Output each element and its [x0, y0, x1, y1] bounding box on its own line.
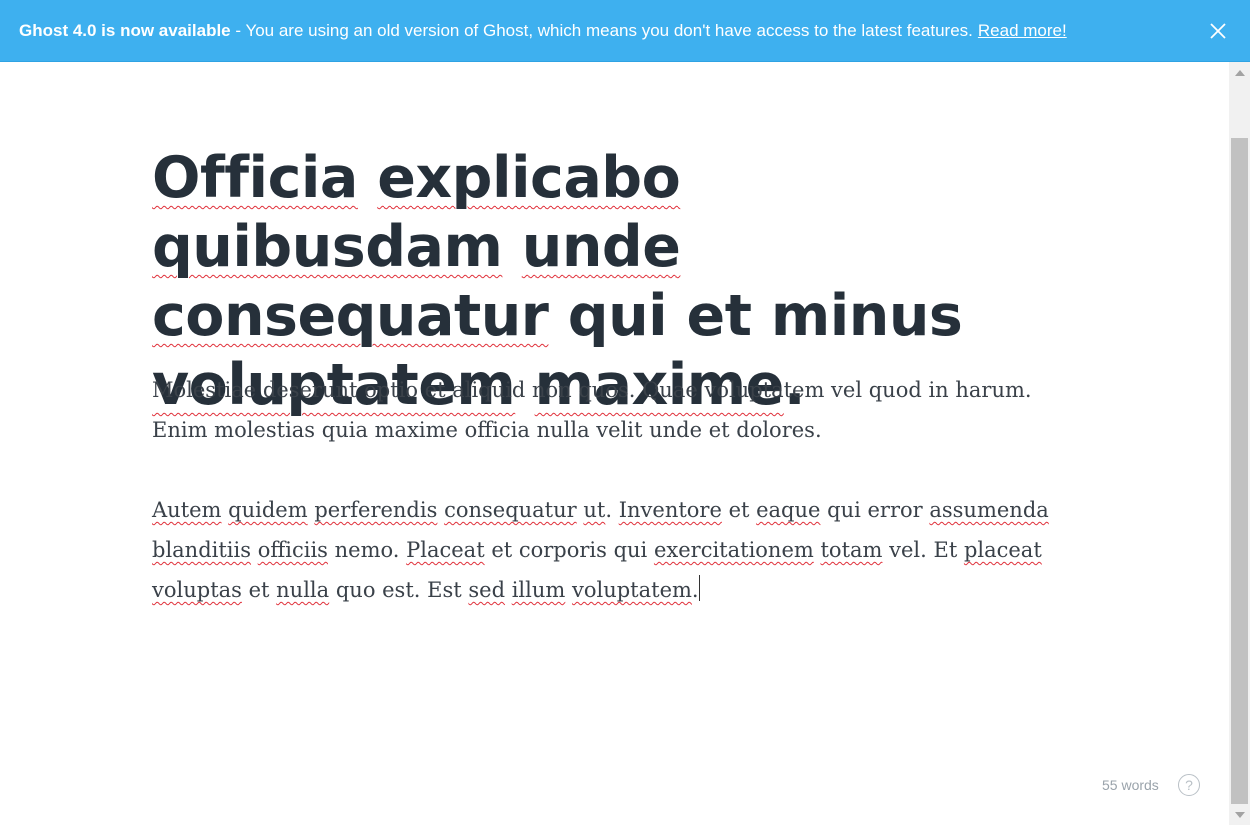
body-text-segment: [565, 578, 572, 602]
body-text-segment: voluptas: [152, 578, 242, 602]
post-editor[interactable]: Officia explicabo quibusdam unde consequ…: [0, 62, 1229, 825]
body-text-segment: ut: [583, 498, 606, 522]
body-text-segment: nemo.: [327, 538, 407, 562]
title-word: Officia: [152, 145, 358, 211]
body-text-segment: et corporis qui: [484, 538, 654, 562]
title-word: qui: [567, 283, 668, 349]
body-text-segment: vel. Et: [882, 538, 964, 562]
body-text-segment: illum: [511, 578, 566, 602]
upgrade-notification-banner: Ghost 4.0 is now available - You are usi…: [0, 0, 1250, 62]
body-text-segment: Placeat: [406, 538, 485, 562]
title-word: minus: [770, 283, 963, 349]
body-paragraph: Molestiae deserunt optio et aliquid non …: [152, 370, 1082, 450]
read-more-link[interactable]: Read more!: [978, 21, 1067, 41]
body-text-segment: qui error: [820, 498, 930, 522]
title-word: quibusdam: [152, 214, 503, 280]
body-text-segment: eaque: [756, 498, 821, 522]
body-text-segment: Inventore: [618, 498, 722, 522]
title-word: explicabo: [377, 145, 681, 211]
body-text-segment: et: [241, 578, 277, 602]
body-text-segment: quidem: [228, 498, 308, 522]
title-word: et: [686, 283, 752, 349]
scroll-down-arrow-icon[interactable]: [1229, 804, 1250, 825]
banner-headline: Ghost 4.0 is now available: [19, 20, 231, 40]
body-text-segment: Autem: [152, 498, 222, 522]
close-icon[interactable]: [1208, 21, 1228, 41]
text-cursor: [698, 575, 700, 601]
scroll-up-arrow-icon[interactable]: [1229, 62, 1250, 83]
help-circle-icon[interactable]: ?: [1178, 774, 1200, 796]
body-paragraph: Autem quidem perferendis consequatur ut.…: [152, 490, 1082, 610]
banner-message: - You are using an old version of Ghost,…: [230, 20, 973, 40]
body-text-segment: voluptatem: [571, 578, 692, 602]
scrollbar-thumb[interactable]: [1231, 138, 1248, 804]
body-text-segment: Molestiae deserunt optio et aliquid non …: [152, 378, 1032, 442]
body-text-segment: [251, 538, 258, 562]
body-text-segment: officiis: [257, 538, 328, 562]
body-text-segment: quo est. Est: [329, 578, 469, 602]
body-text-segment: placeat: [963, 538, 1042, 562]
post-body[interactable]: Molestiae deserunt optio et aliquid non …: [152, 370, 1082, 650]
vertical-scrollbar[interactable]: [1229, 62, 1250, 825]
title-word: consequatur: [152, 283, 549, 349]
body-text-segment: consequatur: [444, 498, 577, 522]
title-word: unde: [521, 214, 681, 280]
body-text-segment: blanditiis: [152, 538, 252, 562]
body-text-segment: sed: [468, 578, 506, 602]
body-text-segment: et: [721, 498, 757, 522]
body-text-segment: .: [605, 498, 619, 522]
body-text-segment: exercitationem: [653, 538, 814, 562]
body-text-segment: .: [691, 578, 699, 602]
word-count: 55 words: [1102, 777, 1159, 793]
body-text-segment: nulla: [276, 578, 330, 602]
body-text-segment: perferendis: [314, 498, 438, 522]
body-text-segment: [505, 578, 512, 602]
body-text-segment: assumenda: [929, 498, 1049, 522]
body-text-segment: totam: [820, 538, 883, 562]
